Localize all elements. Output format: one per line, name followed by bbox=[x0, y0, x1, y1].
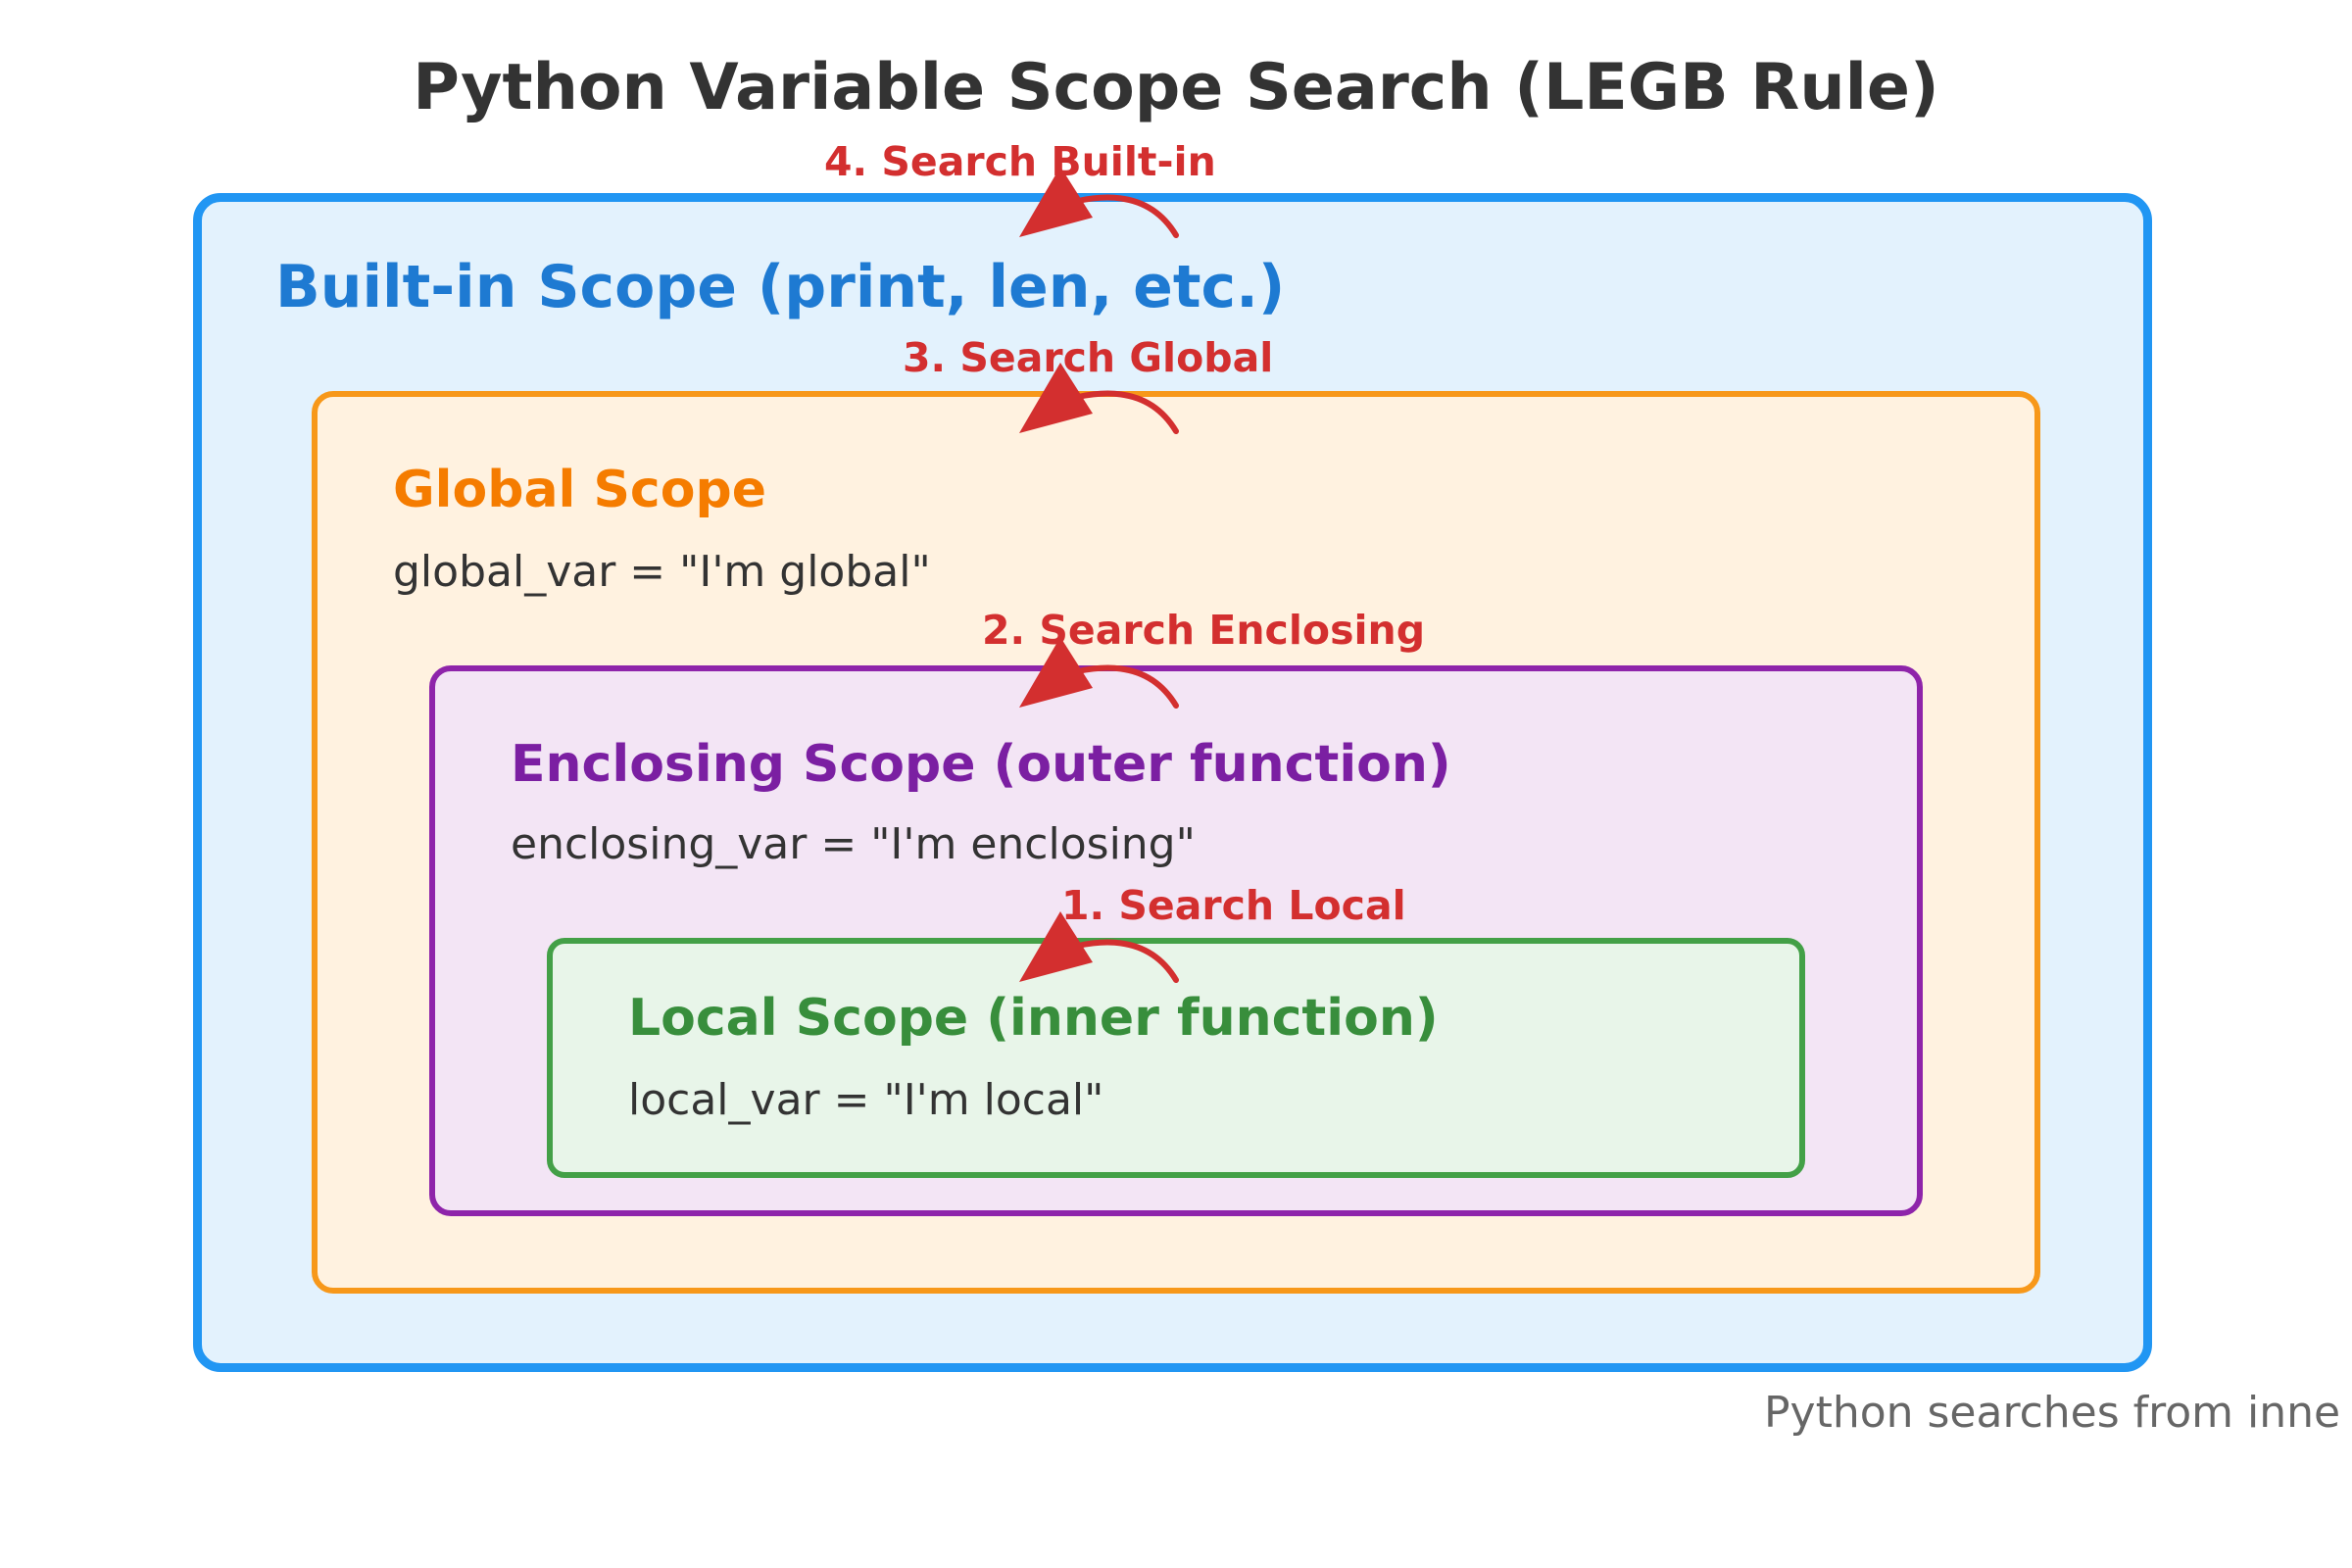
enclosing-scope-title: Enclosing Scope (outer function) bbox=[511, 735, 1451, 794]
arrow-search-global bbox=[1019, 363, 1179, 434]
builtin-scope-title: Built-in Scope (print, len, etc.) bbox=[275, 253, 1286, 321]
global-scope-title: Global Scope bbox=[393, 461, 766, 519]
diagram-title: Python Variable Scope Search (LEGB Rule) bbox=[413, 51, 1939, 124]
arrow-search-local bbox=[1019, 911, 1179, 983]
enclosing-var-code: enclosing_var = "I'm enclosing" bbox=[511, 819, 1196, 869]
local-var-code: local_var = "I'm local" bbox=[628, 1075, 1104, 1125]
arrow-search-builtin bbox=[1019, 167, 1179, 238]
local-scope-title: Local Scope (inner function) bbox=[628, 989, 1439, 1048]
global-var-code: global_var = "I'm global" bbox=[393, 547, 931, 597]
footer-note: Python searches from inne bbox=[1764, 1388, 2341, 1438]
arrow-search-enclosing bbox=[1019, 637, 1179, 709]
